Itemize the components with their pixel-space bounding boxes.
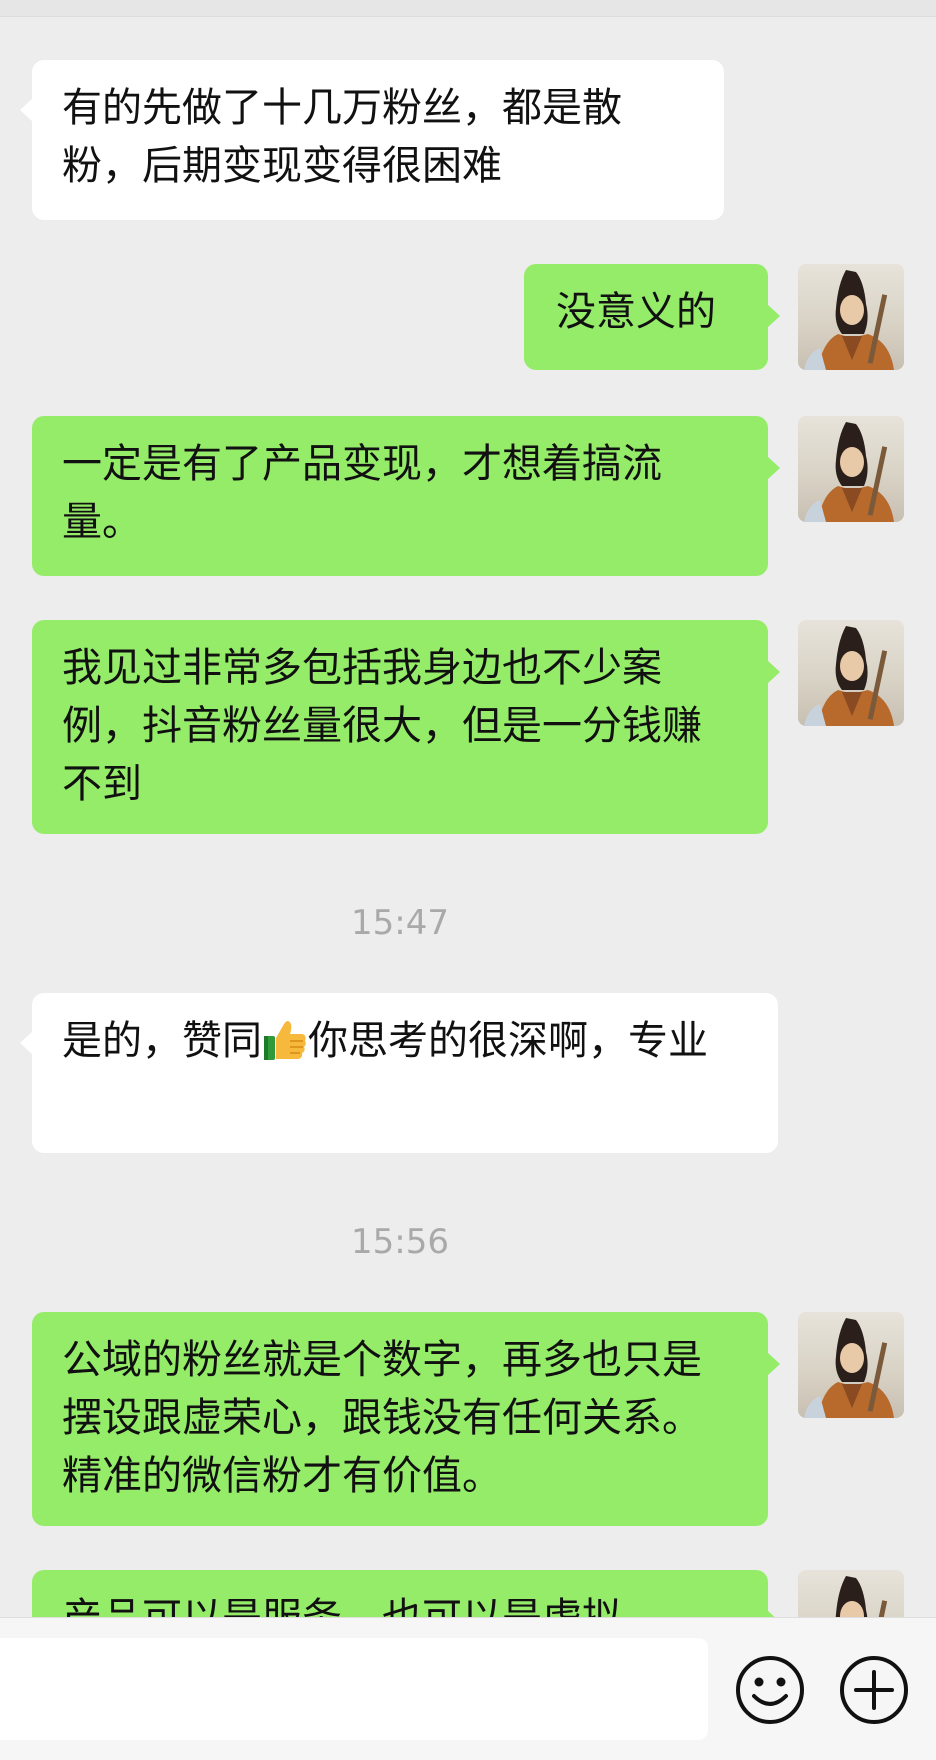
message-bubble-outgoing[interactable]: 我见过非常多包括我身边也不少案例，抖音粉丝量很大，但是一分钱赚不到 — [32, 620, 780, 834]
message-bubble-outgoing[interactable]: 没意义的 — [524, 264, 780, 370]
smiley-icon[interactable] — [734, 1654, 806, 1726]
avatar-portrait-icon — [804, 422, 894, 522]
timestamp: 15:47 — [351, 903, 449, 943]
timestamp: 15:56 — [351, 1222, 449, 1262]
message-text: 没意义的 — [556, 289, 716, 335]
chat-message-list[interactable]: 有的先做了十几万粉丝，都是散粉，后期变现变得很困难 没意义的 一定是有了产品变现… — [0, 0, 936, 1617]
message-bubble-incoming[interactable]: 是的，赞同 你思考的很深啊，专业 — [20, 993, 778, 1153]
message-text: 公域的粉丝就是个数字，再多也只是摆设跟虚荣心，跟钱没有任何关系。精准的微信粉才有… — [62, 1337, 702, 1499]
message-text: 有的先做了十几万粉丝，都是散粉，后期变现变得很困难 — [62, 85, 622, 189]
message-bubble-outgoing[interactable]: 产品可以是服务，也可以是虚拟 — [32, 1570, 780, 1617]
avatar-portrait-icon — [804, 1318, 894, 1418]
user-avatar[interactable] — [798, 264, 904, 370]
message-text: 产品可以是服务，也可以是虚拟 — [62, 1595, 622, 1617]
user-avatar[interactable] — [798, 620, 904, 726]
plus-circle-icon[interactable] — [838, 1654, 910, 1726]
avatar-portrait-icon — [804, 270, 894, 370]
avatar-portrait-icon — [835, 1576, 888, 1617]
message-bubble-incoming[interactable]: 有的先做了十几万粉丝，都是散粉，后期变现变得很困难 — [20, 60, 724, 220]
thumbs-up-emoji-icon — [264, 1021, 306, 1060]
avatar-portrait-icon — [804, 626, 894, 726]
message-bubble-outgoing[interactable]: 公域的粉丝就是个数字，再多也只是摆设跟虚荣心，跟钱没有任何关系。精准的微信粉才有… — [32, 1312, 780, 1526]
message-text: 我见过非常多包括我身边也不少案例，抖音粉丝量很大，但是一分钱赚不到 — [62, 645, 702, 807]
user-avatar[interactable] — [798, 1570, 904, 1617]
message-text: 你思考的很深啊，专业 — [308, 1018, 708, 1064]
message-bubble-outgoing[interactable]: 一定是有了产品变现，才想着搞流量。 — [32, 416, 780, 576]
message-input[interactable] — [0, 1638, 708, 1740]
user-avatar[interactable] — [798, 416, 904, 522]
chat-input-bar — [0, 1617, 936, 1760]
user-avatar[interactable] — [798, 1312, 904, 1418]
message-text: 是的，赞同 — [62, 1018, 262, 1064]
message-text: 一定是有了产品变现，才想着搞流量。 — [62, 441, 662, 545]
